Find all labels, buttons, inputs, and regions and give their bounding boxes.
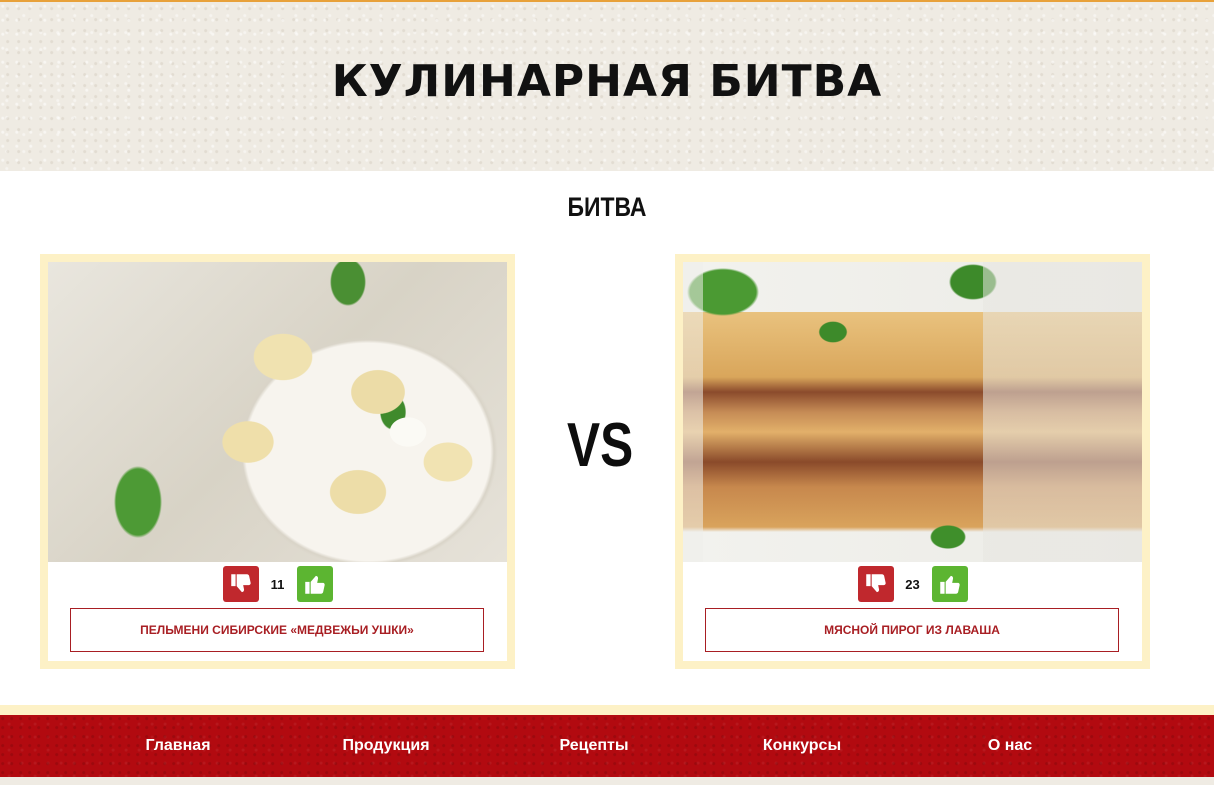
- nav-item-recipes[interactable]: Рецепты: [559, 715, 628, 777]
- site-header: КУЛИНАРНАЯ БИТВА: [0, 2, 1214, 171]
- nav-item-contests[interactable]: Конкурсы: [763, 715, 841, 777]
- like-button-left[interactable]: [296, 566, 333, 602]
- pelmeni-photo[interactable]: [48, 262, 507, 562]
- battle-card-right: 23 МЯСНОЙ ПИРОГ ИЗ ЛАВАША: [675, 254, 1150, 669]
- footer-strip: [0, 777, 1214, 785]
- vote-bar-left: 11: [48, 566, 507, 602]
- dish-name-button-right[interactable]: МЯСНОЙ ПИРОГ ИЗ ЛАВАША: [705, 608, 1119, 652]
- dislike-button-right[interactable]: [857, 566, 894, 602]
- vote-count-left: 11: [270, 576, 285, 592]
- battle-card-left: 11 ПЕЛЬМЕНИ СИБИРСКИЕ «МЕДВЕЖЬИ УШКИ»: [40, 254, 515, 669]
- site-title: КУЛИНАРНАЯ БИТВА: [331, 56, 883, 107]
- thumbs-up-icon: [304, 575, 325, 594]
- vs-label: VS: [567, 411, 634, 480]
- main-nav: Главная Продукция Рецепты Конкурсы О нас: [0, 715, 1214, 777]
- nav-item-home[interactable]: Главная: [145, 715, 210, 777]
- vote-bar-right: 23: [683, 566, 1142, 602]
- nav-divider: [0, 705, 1214, 715]
- pie-photo[interactable]: [683, 262, 1142, 562]
- vote-count-right: 23: [905, 576, 920, 592]
- nav-item-products[interactable]: Продукция: [342, 715, 429, 777]
- dish-name-button-left[interactable]: ПЕЛЬМЕНИ СИБИРСКИЕ «МЕДВЕЖЬИ УШКИ»: [70, 608, 484, 652]
- dislike-button-left[interactable]: [222, 566, 259, 602]
- like-button-right[interactable]: [931, 566, 968, 602]
- section-title: БИТВА: [567, 192, 647, 222]
- thumbs-down-icon: [230, 574, 251, 593]
- thumbs-up-icon: [939, 575, 960, 594]
- thumbs-down-icon: [865, 574, 886, 593]
- nav-item-about[interactable]: О нас: [988, 715, 1032, 777]
